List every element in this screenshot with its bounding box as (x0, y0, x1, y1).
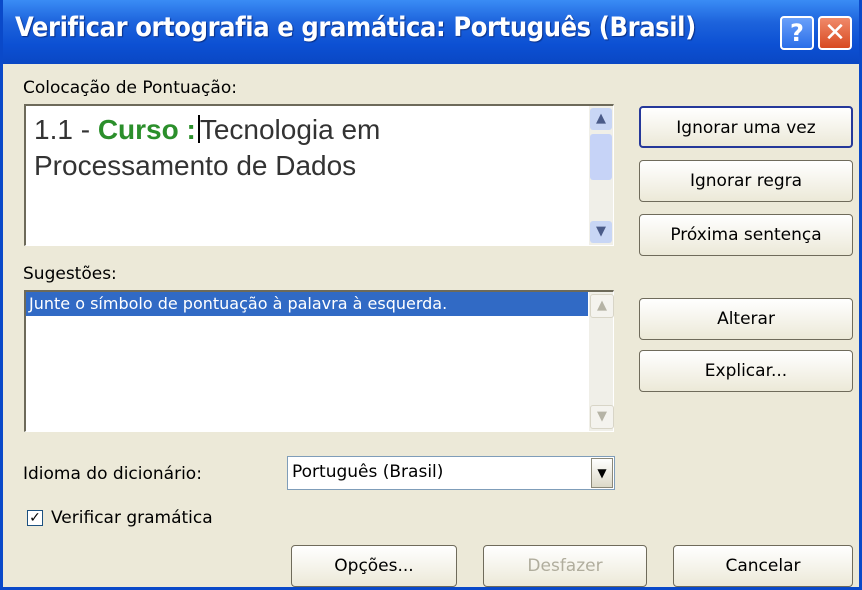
explain-button[interactable]: Explicar... (639, 350, 853, 392)
suggestion-item[interactable]: Junte o símbolo de pontuação à palavra à… (26, 292, 588, 316)
options-button[interactable]: Opções... (291, 545, 457, 587)
ignore-rule-button[interactable]: Ignorar regra (639, 160, 853, 202)
scroll-up-icon[interactable]: ▲ (590, 108, 612, 130)
grammar-checkbox[interactable]: ✓ (27, 510, 43, 526)
dictionary-label: Idioma do dicionário: (23, 464, 202, 484)
scroll-thumb[interactable] (590, 134, 612, 180)
cancel-button[interactable]: Cancelar (673, 545, 853, 587)
sentence-prefix: 1.1 - (34, 114, 98, 145)
change-button[interactable]: Alterar (639, 298, 853, 340)
suggestions-label: Sugestões: (23, 264, 117, 284)
dictionary-dropdown[interactable]: Português (Brasil) ▼ (287, 456, 615, 490)
scroll-down-icon: ▼ (590, 405, 614, 429)
window-title: Verificar ortografia e gramática: Portug… (15, 12, 696, 43)
suggestions-list[interactable]: Junte o símbolo de pontuação à palavra à… (24, 290, 614, 432)
undo-button: Desfazer (483, 545, 647, 587)
error-highlight: Curso : (97, 114, 196, 145)
scroll-down-icon[interactable]: ▼ (590, 221, 612, 243)
suggestions-scrollbar[interactable]: ▲ ▼ (589, 292, 614, 431)
sentence-text: 1.1 - Curso : Tecnologia em Processamento… (34, 112, 574, 184)
grammar-check-label[interactable]: Verificar gramática (51, 508, 213, 528)
ignore-once-button[interactable]: Ignorar uma vez (639, 106, 853, 148)
spell-check-dialog: Verificar ortografia e gramática: Portug… (0, 0, 862, 590)
dictionary-selected: Português (Brasil) (292, 462, 444, 482)
close-icon[interactable]: ✕ (818, 16, 852, 50)
title-bar[interactable]: Verificar ortografia e gramática: Portug… (3, 0, 859, 64)
next-sentence-button[interactable]: Próxima sentença (639, 214, 853, 256)
sentence-label: Colocação de Pontuação: (23, 78, 237, 98)
scroll-up-icon: ▲ (590, 294, 614, 318)
help-icon[interactable]: ? (780, 16, 814, 50)
sentence-scrollbar[interactable]: ▲ ▼ (589, 106, 613, 245)
sentence-textbox[interactable]: 1.1 - Curso : Tecnologia em Processamento… (24, 104, 614, 246)
chevron-down-icon[interactable]: ▼ (591, 458, 613, 488)
